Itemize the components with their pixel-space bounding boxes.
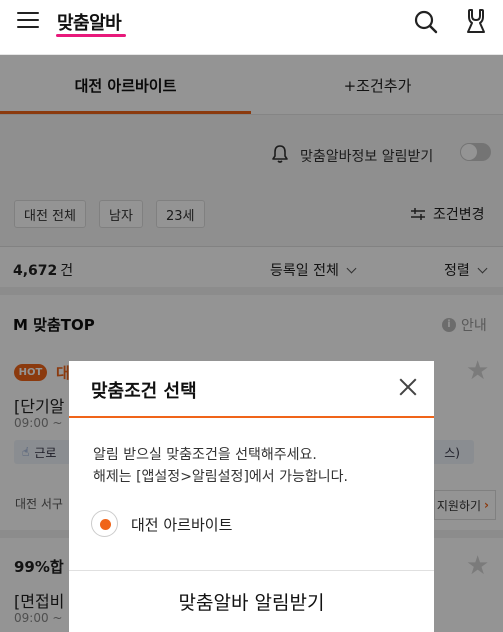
close-icon[interactable] — [397, 376, 419, 398]
hamburger-menu-icon[interactable] — [17, 12, 39, 30]
search-icon[interactable] — [413, 9, 439, 35]
subscribe-alarm-button[interactable]: 맞춤알바 알림받기 — [69, 571, 434, 632]
title-underline — [56, 34, 126, 37]
user-icon[interactable] — [464, 8, 488, 36]
radio-selected-dot — [100, 519, 111, 530]
option-label[interactable]: 대전 아르바이트 — [131, 514, 232, 535]
app-header: 맞춤알바 — [0, 0, 503, 55]
page-title: 맞춤알바 — [57, 13, 122, 34]
dialog-title: 맞춤조건 선택 — [91, 381, 197, 402]
dialog-divider — [69, 416, 434, 418]
condition-select-dialog: 맞춤조건 선택 알림 받으실 맞춤조건을 선택해주세요. 해제는 [앱설정>알림… — [69, 361, 434, 632]
dialog-desc-line: 해제는 [앱설정>알림설정]에서 가능합니다. — [93, 469, 348, 485]
dialog-description: 알림 받으실 맞춤조건을 선택해주세요. 해제는 [앱설정>알림설정]에서 가능… — [93, 444, 348, 488]
dialog-desc-line: 알림 받으실 맞춤조건을 선택해주세요. — [93, 447, 317, 463]
option-radio[interactable] — [91, 510, 118, 537]
